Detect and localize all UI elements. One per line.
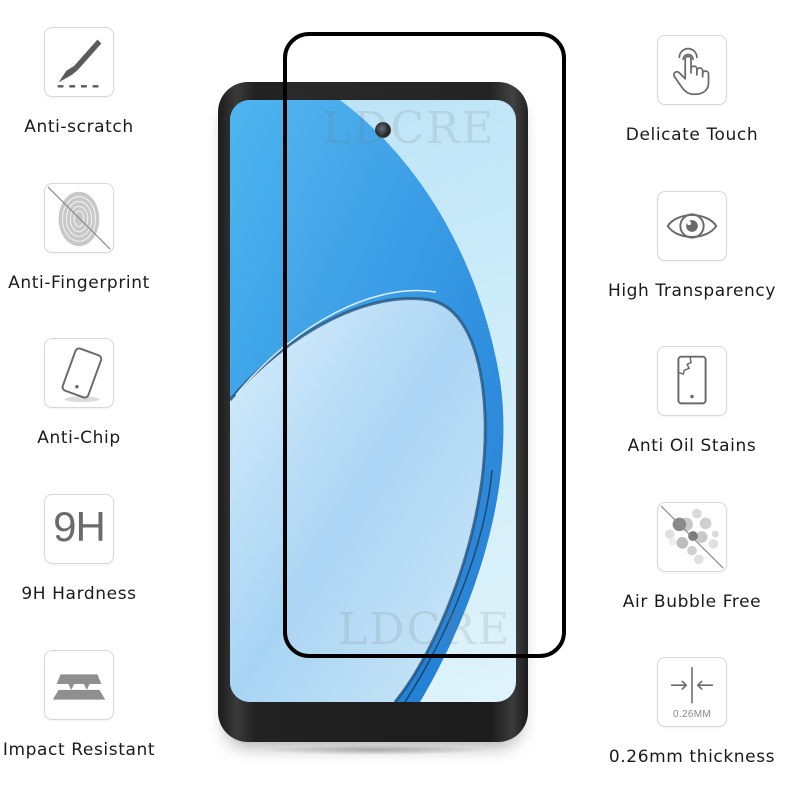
feature-label: Anti Oil Stains xyxy=(627,436,757,456)
thickness-arrows-icon: 0.26MM xyxy=(657,657,727,727)
9h-icon: 9H xyxy=(44,494,114,564)
feature-9h-hardness: 9H 9H Hardness xyxy=(0,494,179,604)
feature-anti-oil-stains: Anti Oil Stains xyxy=(592,346,792,456)
feature-label: High Transparency xyxy=(607,281,777,301)
feature-label: Anti-Fingerprint xyxy=(8,273,150,293)
feature-anti-scratch: Anti-scratch xyxy=(0,27,179,137)
feature-anti-chip: Anti-Chip xyxy=(0,338,179,448)
feature-air-bubble-free: Air Bubble Free xyxy=(592,502,792,612)
touch-hand-icon xyxy=(657,35,727,105)
feature-thickness: 0.26MM 0.26mm thickness xyxy=(592,657,792,767)
eye-icon xyxy=(657,191,727,261)
cracked-phone-icon xyxy=(657,346,727,416)
scalpel-scratch-icon xyxy=(44,27,114,97)
layered-plates-icon xyxy=(44,650,114,720)
feature-label: Air Bubble Free xyxy=(622,592,762,612)
feature-label: Anti-Chip xyxy=(37,428,121,448)
feature-anti-fingerprint: Anti-Fingerprint xyxy=(0,183,179,293)
watermark-top: LDCRE xyxy=(322,103,496,154)
feature-label: Delicate Touch xyxy=(625,125,759,145)
feature-label: 0.26mm thickness xyxy=(608,747,776,767)
9h-icon-text: 9H xyxy=(53,503,106,550)
feature-delicate-touch: Delicate Touch xyxy=(592,35,792,145)
fingerprint-crossed-icon xyxy=(44,183,114,253)
feature-label: Anti-scratch xyxy=(24,117,134,137)
feature-impact-resistant: Impact Resistant xyxy=(0,650,179,760)
feature-label: Impact Resistant xyxy=(2,740,156,760)
bubbles-crossed-icon xyxy=(657,502,727,572)
feature-label: 9H Hardness xyxy=(21,584,137,604)
phone-shadow xyxy=(260,745,490,755)
feature-high-transparency: High Transparency xyxy=(592,191,792,301)
thickness-value-text: 0.26MM xyxy=(673,709,711,720)
watermark-bottom: LDCRE xyxy=(338,604,512,655)
tilted-phone-icon xyxy=(44,338,114,408)
